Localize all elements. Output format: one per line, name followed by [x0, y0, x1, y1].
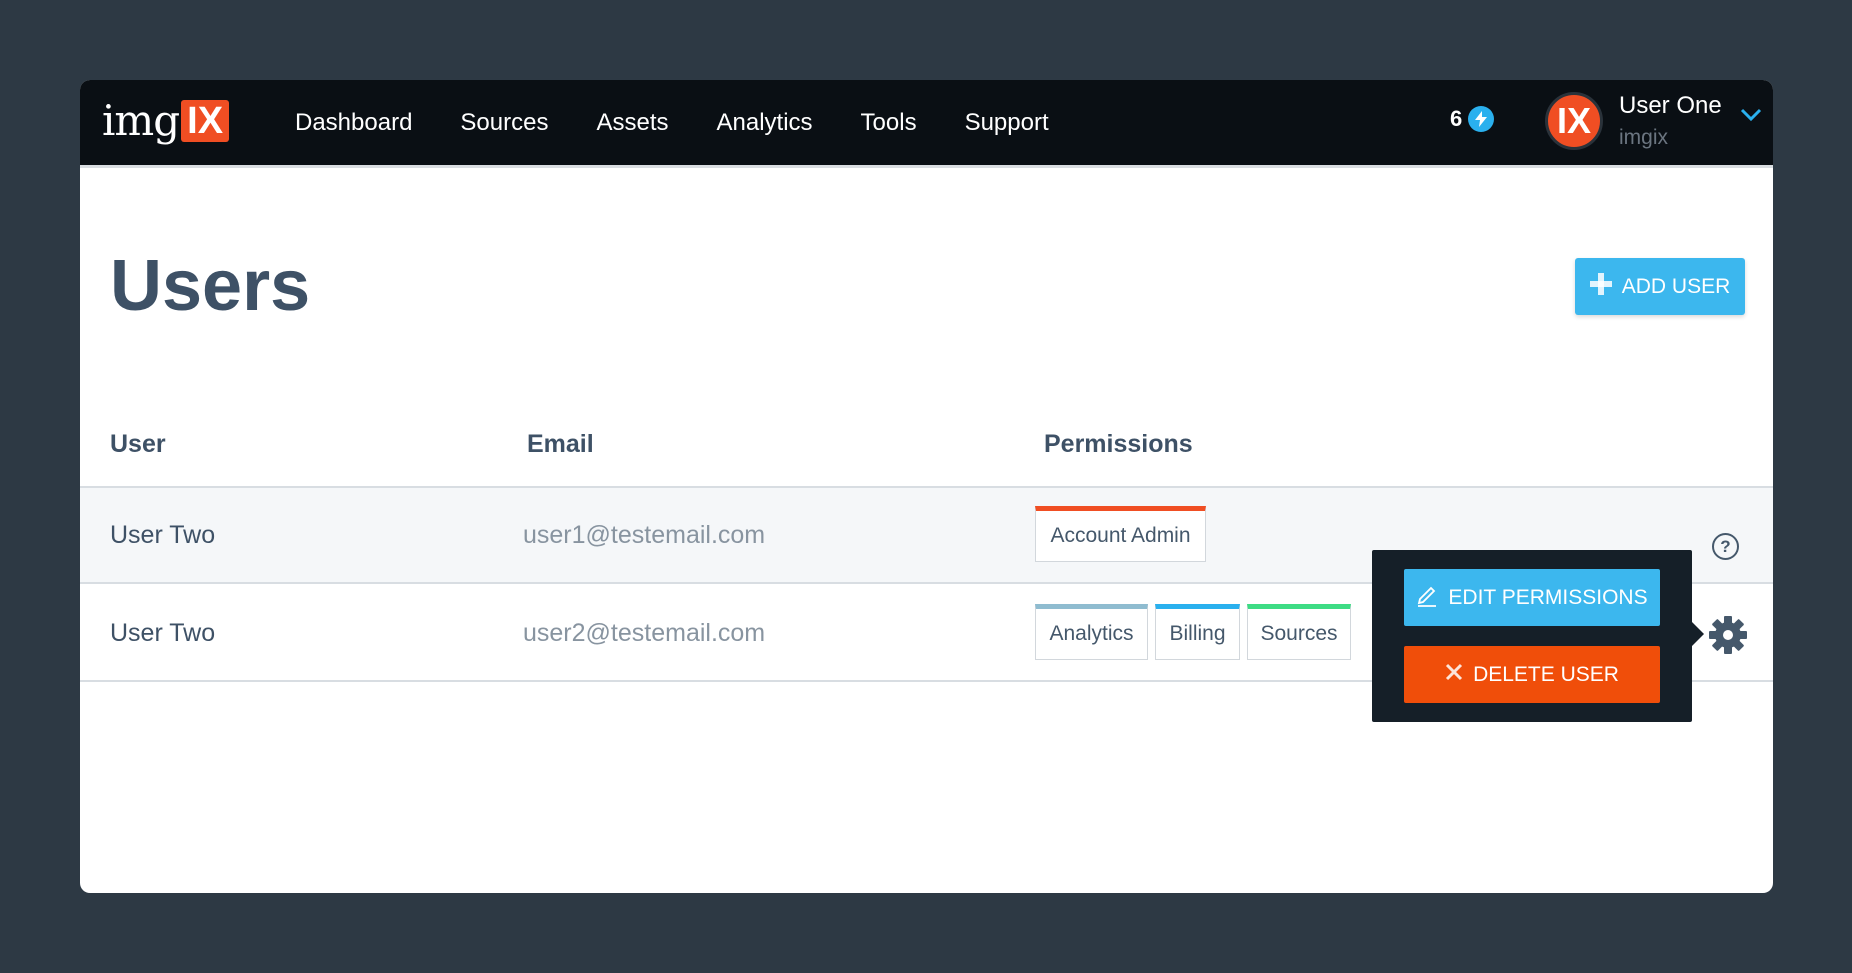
avatar: IX [1545, 92, 1603, 150]
nav-tools[interactable]: Tools [861, 109, 917, 137]
nav-dashboard[interactable]: Dashboard [295, 109, 412, 137]
delete-user-button[interactable]: DELETE USER [1404, 646, 1660, 703]
account-org: imgix [1619, 125, 1669, 149]
delete-user-label: DELETE USER [1473, 662, 1619, 686]
nav-analytics[interactable]: Analytics [717, 109, 813, 137]
bolt-icon [1468, 106, 1495, 132]
account-info: User One imgix [1619, 92, 1722, 150]
account-menu[interactable]: IX User One imgix [1545, 92, 1762, 150]
row-user: User Two [110, 619, 216, 647]
permission-badge-account-admin: Account Admin [1035, 506, 1206, 562]
add-user-button[interactable]: ADD USER [1575, 258, 1745, 315]
nav-assets[interactable]: Assets [596, 109, 668, 137]
account-name: User One [1619, 92, 1722, 119]
credits-count: 6 [1450, 106, 1463, 131]
page-title: Users [110, 246, 311, 326]
chevron-down-icon[interactable] [1740, 108, 1762, 127]
edit-permissions-label: EDIT PERMISSIONS [1448, 585, 1648, 609]
app-window: img IX Dashboard Sources Assets Analytic… [80, 80, 1773, 893]
imgix-logo[interactable]: img IX [102, 96, 230, 146]
row-email: user1@testemail.com [523, 521, 766, 549]
column-header-email: Email [527, 430, 594, 458]
permission-badge-analytics: Analytics [1035, 604, 1148, 660]
logo-text: img [102, 96, 180, 145]
gear-icon[interactable] [1708, 615, 1748, 660]
nav-support[interactable]: Support [965, 109, 1049, 137]
nav-sources[interactable]: Sources [460, 109, 548, 137]
main-nav: Dashboard Sources Assets Analytics Tools… [295, 80, 1049, 165]
permission-badge-billing: Billing [1155, 604, 1240, 660]
top-navbar: img IX Dashboard Sources Assets Analytic… [80, 80, 1773, 168]
row-actions-popover: EDIT PERMISSIONS DELETE USER [1372, 550, 1704, 722]
credits-indicator[interactable]: 6 [1450, 106, 1495, 132]
row-email: user2@testemail.com [523, 619, 766, 647]
plus-icon [1589, 272, 1612, 301]
add-user-label: ADD USER [1621, 274, 1731, 298]
column-header-user: User [110, 430, 166, 458]
pencil-icon [1416, 583, 1438, 613]
logo-box: IX [181, 100, 230, 142]
close-icon [1445, 663, 1463, 687]
permission-badge-sources: Sources [1247, 604, 1351, 660]
row-user: User Two [110, 521, 216, 549]
column-header-permissions: Permissions [1044, 430, 1193, 458]
question-circle-icon[interactable]: ? [1712, 533, 1739, 560]
edit-permissions-button[interactable]: EDIT PERMISSIONS [1404, 569, 1660, 626]
